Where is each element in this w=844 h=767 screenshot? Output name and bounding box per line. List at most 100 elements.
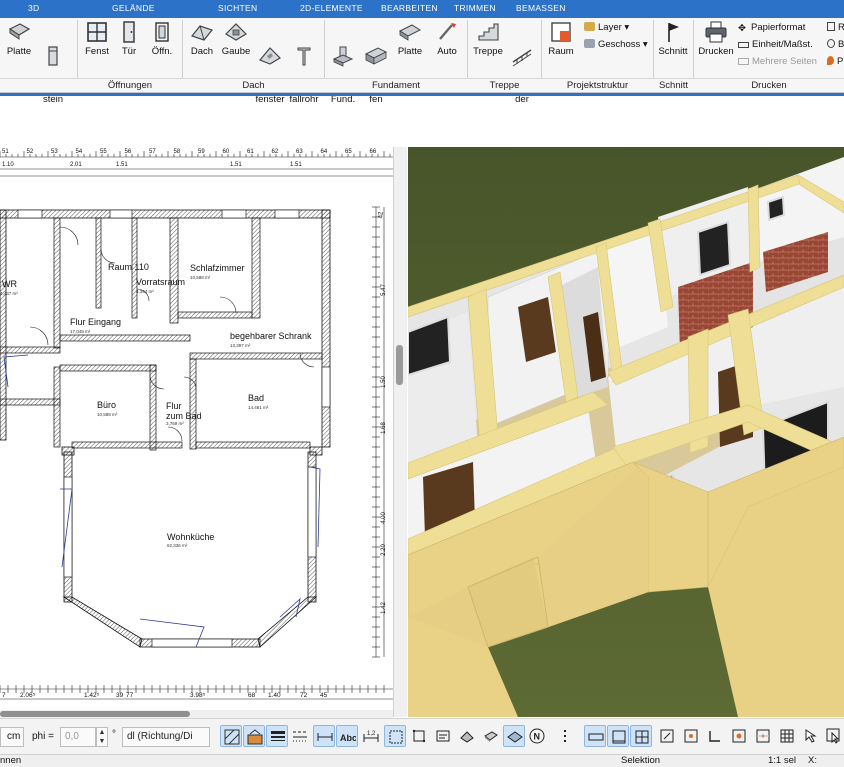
group-projektstruktur: Projektstruktur (566, 80, 629, 91)
schnitt-button[interactable]: Schnitt (655, 20, 691, 58)
unit-label: cm (7, 731, 21, 742)
floor-plan-view[interactable]: WR 4,437 m² Raum 110 Vorratsraum 4,394 m… (0, 147, 407, 709)
plan-horizontal-scroll-thumb[interactable] (0, 711, 190, 717)
room-label[interactable]: Wohnküche (167, 532, 214, 542)
tab-sichten[interactable]: SICHTEN (218, 3, 257, 13)
tab-trimmen[interactable]: TRIMMEN (454, 3, 496, 13)
group-fundament: Fundament (371, 80, 421, 91)
mehrere-seiten-button[interactable]: Mehrere Seiten (738, 56, 817, 67)
layers-icon (584, 22, 595, 31)
einheit-massstab-button[interactable]: Einheit/Maßst. (738, 39, 813, 50)
room-label[interactable]: Raum 110 (108, 262, 149, 272)
text-toggle-button[interactable]: Abc (336, 725, 358, 747)
floors-icon (584, 39, 595, 48)
slab-icon (8, 23, 31, 40)
view-grid-button[interactable] (630, 725, 652, 747)
door-icon (123, 21, 135, 43)
dimension-label: 52 (26, 149, 34, 155)
schnitt-label: Schnitt (658, 46, 688, 57)
geschoss-dropdown[interactable]: Geschoss ▾ (584, 39, 648, 50)
phi-stepper[interactable]: ▲ ▼ (96, 727, 108, 747)
direction-select-value: dl (Richtung/Di (127, 731, 193, 742)
view-2d-button[interactable] (584, 725, 606, 747)
fundamentplatte-button[interactable]: Platte (395, 20, 425, 58)
gaube-button[interactable]: Gaube (220, 20, 252, 58)
ribbon-edge-button-b[interactable]: B (827, 39, 844, 50)
room-label[interactable]: Vorratsraum (136, 277, 185, 287)
snap-button[interactable] (656, 725, 678, 747)
options-button[interactable] (554, 725, 576, 747)
foundation-slab-icon (398, 24, 422, 41)
room-icon (551, 22, 571, 42)
dimension-label: 77 (126, 692, 134, 699)
ribbon-edge-button-p[interactable]: P (827, 56, 843, 67)
raum-button[interactable]: Raum (545, 20, 577, 58)
cursor-move-button[interactable] (800, 725, 822, 747)
measure-toggle-button[interactable]: 1,2 (360, 725, 382, 747)
treppe-button[interactable]: Treppe (470, 20, 506, 58)
layer-dropdown[interactable]: Layer ▾ (584, 22, 629, 33)
crop-button[interactable] (408, 725, 430, 747)
north-arrow-icon: N (529, 728, 545, 744)
tab-3d[interactable]: 3D (28, 3, 39, 13)
north-button[interactable]: N (526, 725, 548, 747)
window-icon (87, 22, 107, 42)
view-split-button[interactable] (607, 725, 629, 747)
plan-vertical-scroll-thumb[interactable] (396, 345, 403, 385)
fill-toggle-button[interactable] (243, 725, 265, 747)
hatch-toggle-button[interactable] (220, 725, 242, 747)
mehrere-seiten-label: Mehrere Seiten (752, 56, 817, 67)
snap-grid-button[interactable] (752, 725, 774, 747)
tab-bearbeiten[interactable]: BEARBEITEN (381, 3, 438, 13)
3d-view[interactable] (408, 147, 844, 717)
vertical-dots-icon (564, 730, 566, 742)
phi-input[interactable]: 0,0 (60, 727, 96, 747)
grid-icon (827, 22, 835, 31)
strip-foundation-icon (364, 47, 388, 65)
room-label[interactable]: WR (2, 279, 17, 289)
room-label[interactable]: Flur Eingang (70, 317, 121, 327)
text-frame-button[interactable] (432, 725, 454, 747)
dimension-label: 1.68 (380, 422, 387, 434)
object-button[interactable] (480, 725, 502, 747)
surface-button[interactable] (456, 725, 478, 747)
snap-point-button[interactable] (680, 725, 702, 747)
room-label[interactable]: Flur zum Bad (166, 401, 202, 421)
drucken-button[interactable]: Drucken (696, 20, 736, 58)
room-label[interactable]: Bad (248, 393, 264, 403)
dimension-label: 1.51 (116, 162, 128, 168)
svg-text:1,2: 1,2 (367, 731, 376, 737)
auto-button[interactable]: Auto (432, 20, 462, 58)
dimension-toggle-button[interactable] (313, 725, 335, 747)
view-splitter[interactable] (393, 147, 407, 717)
grid-toggle-button[interactable] (776, 725, 798, 747)
dach-button[interactable]: Dach (188, 20, 216, 58)
room-label[interactable]: Büro (97, 400, 116, 410)
snap-corner-button[interactable] (704, 725, 726, 747)
room-label[interactable]: Schlafzimmer (190, 263, 245, 273)
tab-2d-elemente[interactable]: 2D-ELEMENTE (300, 3, 363, 13)
fenster-button[interactable]: Fenst (82, 20, 112, 58)
ribbon-edge-button-r[interactable]: R (827, 22, 844, 33)
tab-gelaende[interactable]: GELÄNDE (112, 3, 155, 13)
papierformat-button[interactable]: ✥ Papierformat (738, 22, 805, 34)
dimension-label: 7 (2, 692, 6, 699)
oeffnung-button[interactable]: Öffn. (147, 20, 177, 58)
3d-plate-button[interactable] (503, 725, 525, 747)
stairs-icon (478, 23, 499, 41)
snap-center-button[interactable] (728, 725, 750, 747)
line-style-button[interactable] (289, 725, 311, 747)
platte-button[interactable]: Platte (4, 20, 34, 58)
status-mode: Selektion (621, 755, 661, 766)
room-label[interactable]: begehbarer Schrank (230, 331, 312, 341)
line-weight-button[interactable] (266, 725, 288, 747)
dimension-label: 1.42⁵ (84, 692, 100, 699)
cursor-select-button[interactable] (823, 725, 844, 747)
tab-bemassen[interactable]: BEMASSEN (516, 3, 566, 13)
dimension-label: 56 (124, 149, 132, 155)
tuer-button[interactable]: Tür (116, 20, 142, 58)
dimension-label: 61 (247, 149, 254, 155)
frame-select-button[interactable] (384, 725, 406, 747)
dimension-label: 39 (116, 692, 124, 699)
direction-select[interactable]: dl (Richtung/Di (122, 727, 210, 747)
